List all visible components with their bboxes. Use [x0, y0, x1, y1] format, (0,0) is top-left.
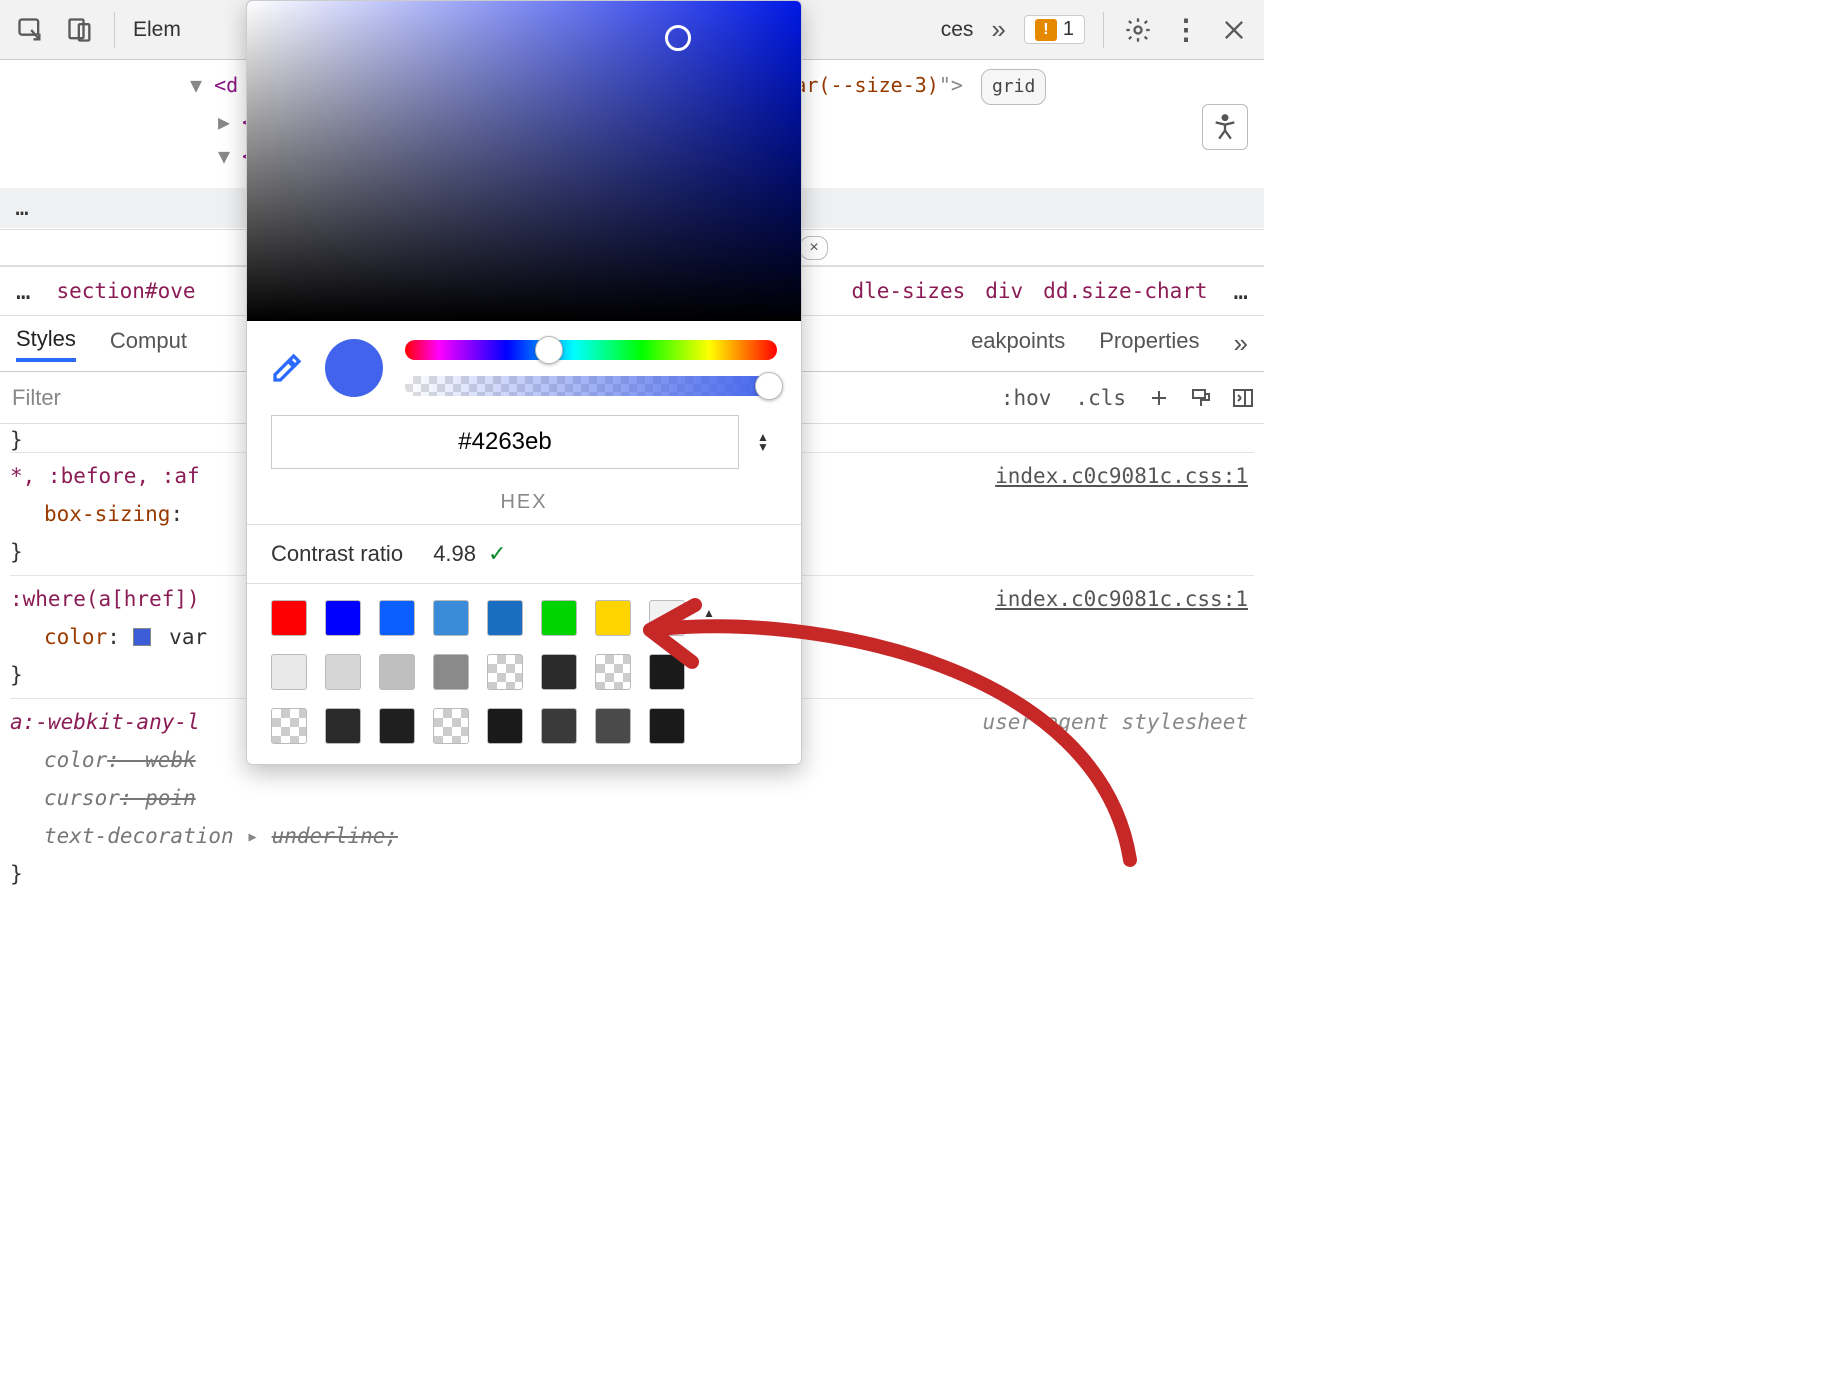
dom-node[interactable]: <d [214, 73, 238, 97]
palette-swatch[interactable] [379, 708, 415, 744]
palette-swatch[interactable] [541, 708, 577, 744]
palette-spinner[interactable]: ▲▼ [703, 608, 777, 628]
slider-thumb[interactable] [755, 372, 783, 400]
palette-swatch[interactable] [325, 654, 361, 690]
rule-selector: a:-webkit-any-l [10, 710, 200, 734]
rule-value: var [169, 625, 207, 649]
crumb-item[interactable]: div [985, 279, 1023, 303]
paint-icon[interactable] [1188, 385, 1214, 411]
palette-swatch[interactable] [595, 600, 631, 636]
palette-swatch[interactable] [325, 708, 361, 744]
palette-swatch[interactable] [271, 708, 307, 744]
close-pill-icon[interactable]: × [800, 236, 828, 260]
close-icon[interactable] [1218, 14, 1250, 46]
rule-property: text-decoration [10, 817, 234, 855]
check-icon: ✓ [488, 541, 506, 567]
rule-source-link[interactable]: index.c0c9081c.css:1 [995, 580, 1248, 618]
issues-count: 1 [1063, 18, 1074, 41]
saturation-cursor[interactable] [665, 25, 691, 51]
saturation-field[interactable] [247, 1, 801, 321]
color-swatch-icon[interactable] [133, 628, 151, 646]
palette-swatch[interactable] [649, 708, 685, 744]
grid-badge[interactable]: grid [981, 69, 1046, 105]
tab-elements[interactable]: Elem [133, 18, 181, 42]
hue-slider[interactable] [405, 340, 777, 360]
palette-swatch[interactable] [379, 600, 415, 636]
contrast-value: 4.98 [433, 541, 476, 567]
eyedropper-icon[interactable] [271, 352, 303, 384]
crumb-item[interactable]: dle-sizes [851, 279, 965, 303]
palette-swatch[interactable] [541, 600, 577, 636]
accessibility-button[interactable] [1202, 104, 1248, 150]
tab-sources-fragment[interactable]: ces [941, 18, 974, 42]
tab-breakpoints[interactable]: eakpoints [971, 328, 1065, 360]
rule-property: color [10, 741, 107, 779]
crumb-more-right[interactable]: … [1228, 277, 1254, 305]
palette-swatch[interactable] [433, 708, 469, 744]
palette-swatch[interactable] [433, 654, 469, 690]
rule-source-link[interactable]: index.c0c9081c.css:1 [995, 457, 1248, 495]
attr-value: var(--size-3) [782, 73, 939, 97]
palette-swatch[interactable] [487, 708, 523, 744]
crumb-item[interactable]: section#ove [56, 279, 195, 303]
ellipsis-icon[interactable]: … [0, 188, 44, 228]
rule-value: underline; [272, 824, 398, 848]
crumb-item[interactable]: dd.size-chart [1043, 279, 1207, 303]
format-spinner[interactable]: ▲▼ [757, 432, 777, 452]
palette-swatch[interactable] [595, 708, 631, 744]
palette-swatch[interactable] [487, 600, 523, 636]
divider [1103, 12, 1104, 48]
palette-swatch[interactable] [649, 600, 685, 636]
contrast-row[interactable]: Contrast ratio 4.98 ✓ [247, 525, 801, 583]
kebab-icon[interactable]: ⋮ [1172, 13, 1200, 46]
palette-swatch[interactable] [271, 600, 307, 636]
gear-icon[interactable] [1122, 14, 1154, 46]
divider [114, 12, 115, 48]
warning-icon: ! [1035, 19, 1057, 41]
hov-toggle[interactable]: :hov [989, 386, 1064, 410]
rule-value: -webk [133, 748, 196, 772]
palette-swatch[interactable] [595, 654, 631, 690]
rule-selector: *, :before, :af [10, 464, 200, 488]
inspect-icon[interactable] [14, 14, 46, 46]
palette-swatch[interactable] [325, 600, 361, 636]
rule-value: poin [145, 786, 196, 810]
rule-property: box-sizing [10, 495, 170, 533]
palette-swatch[interactable] [649, 654, 685, 690]
hex-label: HEX [500, 485, 547, 514]
palette-swatch[interactable] [487, 654, 523, 690]
palette-swatch[interactable] [379, 654, 415, 690]
palette-swatch[interactable] [541, 654, 577, 690]
palette-swatches: ▲▼ [247, 584, 801, 764]
current-color-swatch [325, 339, 383, 397]
sidebar-toggle-icon[interactable] [1230, 385, 1256, 411]
more-subtabs-icon[interactable]: » [1234, 328, 1248, 359]
contrast-label: Contrast ratio [271, 541, 403, 567]
palette-swatch[interactable] [271, 654, 307, 690]
tab-computed[interactable]: Comput [110, 328, 187, 360]
device-toggle-icon[interactable] [64, 14, 96, 46]
more-tabs-icon[interactable]: » [991, 14, 1005, 45]
slider-thumb[interactable] [535, 336, 563, 364]
cls-toggle[interactable]: .cls [1063, 386, 1138, 410]
rule-property: cursor [10, 779, 120, 817]
tab-styles[interactable]: Styles [16, 326, 76, 362]
tab-properties[interactable]: Properties [1099, 328, 1199, 360]
color-picker: ▲▼ HEX Contrast ratio 4.98 ✓ ▲▼ [246, 0, 802, 765]
rule-selector: :where(a[href]) [10, 587, 200, 611]
plus-icon[interactable] [1146, 385, 1172, 411]
rule-property: color [10, 618, 107, 656]
crumb-more-left[interactable]: … [10, 277, 36, 305]
palette-swatch[interactable] [433, 600, 469, 636]
issues-badge[interactable]: ! 1 [1024, 15, 1085, 44]
hex-input[interactable] [271, 415, 739, 469]
rule-source-label: user agent stylesheet [982, 703, 1248, 741]
alpha-slider[interactable] [405, 376, 777, 396]
